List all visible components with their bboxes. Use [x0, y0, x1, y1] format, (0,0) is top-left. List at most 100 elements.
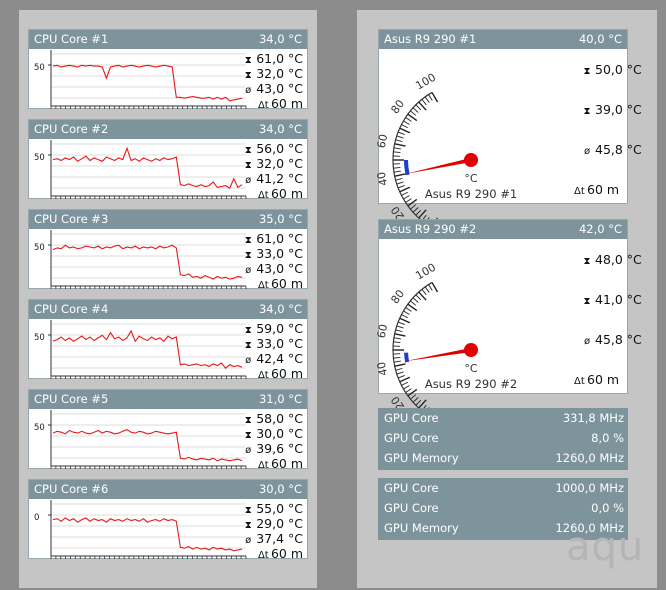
card-header: CPU Core #3 35,0 °C [29, 210, 307, 229]
max-hourglass-icon: ⧗ [583, 66, 591, 77]
gauge-tick [399, 317, 411, 324]
gauge-tick [396, 135, 404, 139]
stat-value: 33,0 °C [256, 246, 303, 261]
gauge-tick [431, 92, 439, 103]
delta-time-icon: Δt [257, 550, 269, 561]
max-hourglass-icon: ⧗ [583, 256, 591, 267]
stat-value: 41,0 °C [595, 292, 642, 307]
info-row: GPU Core 1000,0 MHz [378, 478, 628, 498]
min-hourglass-icon: ⧗ [583, 106, 591, 117]
y-tick-label: 50 [34, 333, 45, 343]
stat-period: Δt 60 m [243, 366, 303, 381]
card-title: CPU Core #1 [34, 32, 109, 46]
stat-value: 45,8 °C [595, 142, 642, 157]
card-value: 31,0 °C [258, 392, 302, 406]
card-header: CPU Core #4 34,0 °C [29, 300, 307, 319]
info-row: GPU Core 331,8 MHz [378, 408, 628, 428]
stat-value: 60 m [587, 372, 620, 387]
stat-avg: ø 42,4 °C [243, 351, 303, 366]
gauge-tick [405, 307, 412, 312]
y-tick-label: 50 [34, 423, 45, 433]
gpu-gauge-card: Asus R9 290 #140,0 °C020406080100°CAsus … [375, 29, 642, 246]
gauge-tick [396, 181, 404, 185]
gauge-tick [393, 170, 401, 173]
gauge-tick [431, 282, 439, 293]
cpu-core-card: CPU Core #2 34,0 °C 50 ⧗ 56,0 °C ⧗ 32,0 °C ø 41,… [28, 119, 308, 201]
history-chart [48, 500, 247, 559]
stat-value: 39,0 °C [595, 102, 642, 117]
stat-value: 61,0 °C [256, 51, 303, 66]
stat-value: 50,0 °C [595, 62, 642, 77]
stat-period: Δt 60 m [243, 96, 303, 111]
gauge-tick [401, 314, 408, 319]
gauge-tick [428, 284, 433, 291]
stat-max: ⧗ 55,0 °C [243, 501, 303, 516]
gauge-tick [424, 286, 430, 293]
gauge-tick [405, 117, 412, 122]
card-title: CPU Core #4 [34, 302, 109, 316]
info-label: GPU Core [384, 501, 439, 515]
info-value: 1260,0 MHz [555, 451, 624, 465]
cpu-core-card: CPU Core #6 30,0 °C 0 ⧗ 55,0 °C ⧗ 29,0 °C ø 37,4… [28, 479, 308, 561]
gauge-scale-label: 40 [375, 171, 391, 187]
info-label: GPU Core [384, 481, 439, 495]
card-title: CPU Core #6 [34, 482, 109, 496]
delta-time-icon: Δt [257, 190, 269, 201]
stat-period: Δt 60 m [243, 276, 303, 291]
chart-bg [51, 320, 246, 378]
history-chart [48, 230, 247, 289]
stat-avg: ø 41,2 °C [243, 171, 303, 186]
stat-min: ⧗ 41,0 °C [582, 292, 642, 307]
stat-value: 60 m [270, 276, 303, 291]
stat-avg: ø 45,8 °C [582, 332, 642, 347]
gauge-tick [410, 110, 417, 116]
gauge-tick [394, 143, 406, 147]
card-value: 34,0 °C [258, 122, 302, 136]
stat-value: 43,0 °C [256, 261, 303, 276]
stat-min: ⧗ 32,0 °C [243, 66, 303, 81]
history-chart [48, 140, 247, 199]
stat-value: 33,0 °C [256, 336, 303, 351]
info-row: GPU Memory 1260,0 MHz [378, 448, 628, 468]
stat-period: Δt 60 m [243, 546, 303, 561]
average-icon: ø [583, 336, 591, 347]
gauge-tick [395, 367, 403, 371]
chart-bg [51, 410, 246, 468]
gauge-tick [396, 325, 404, 329]
gauge-tick [393, 147, 401, 150]
stat-max: ⧗ 61,0 °C [243, 231, 303, 246]
gauge-tick [428, 94, 433, 101]
gauge-tick [394, 333, 406, 337]
info-value: 8,0 % [591, 431, 624, 445]
gauge-tick [393, 341, 401, 344]
gauge-scale-label: 60 [375, 133, 391, 149]
stat-avg: ø 37,4 °C [243, 531, 303, 546]
stat-value: 45,8 °C [595, 332, 642, 347]
stat-min: ⧗ 33,0 °C [243, 336, 303, 351]
history-chart [48, 320, 247, 379]
delta-time-icon: Δt [257, 280, 269, 291]
info-value: 331,8 MHz [562, 411, 624, 425]
info-value: 0,0 % [591, 501, 624, 515]
gauge-caption: Asus R9 290 #2 [424, 377, 518, 391]
gauge-tick [398, 131, 405, 135]
info-label: GPU Memory [384, 451, 459, 465]
delta-time-icon: Δt [257, 460, 269, 471]
stat-max: ⧗ 61,0 °C [243, 51, 303, 66]
gauge-tick [415, 294, 422, 301]
stat-value: 61,0 °C [256, 231, 303, 246]
stat-max: ⧗ 50,0 °C [582, 62, 642, 77]
gauge-scale-label: 100 [413, 71, 438, 93]
stat-value: 60 m [270, 366, 303, 381]
card-value: 34,0 °C [258, 302, 302, 316]
gauge-hub [464, 153, 478, 167]
delta-time-icon: Δt [257, 100, 269, 111]
stat-value: 60 m [587, 182, 620, 197]
stat-value: 32,0 °C [256, 156, 303, 171]
gauge-tick [403, 310, 410, 315]
temperature-gauge: 020406080100°C [375, 71, 478, 246]
stats-block: ⧗ 59,0 °C ⧗ 33,0 °C ø 42,4 °C Δt 60 m [243, 321, 303, 381]
gauge-tick [394, 173, 406, 177]
stat-value: 37,4 °C [256, 531, 303, 546]
gauge-tick [393, 360, 401, 363]
